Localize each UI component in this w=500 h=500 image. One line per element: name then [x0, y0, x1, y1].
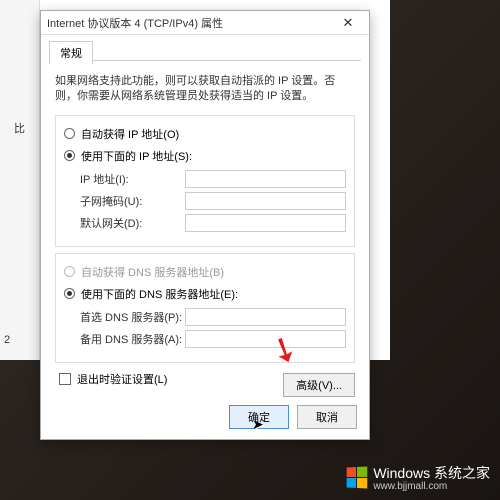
radio-ip-manual[interactable]: 使用下面的 IP 地址(S): — [64, 148, 346, 164]
validate-label: 退出时验证设置(L) — [77, 371, 167, 387]
radio-ip-auto[interactable]: 自动获得 IP 地址(O) — [64, 126, 346, 142]
gateway-label: 默认网关(D): — [80, 215, 185, 231]
cancel-button[interactable]: 取消 — [297, 405, 357, 429]
description-text: 如果网络支持此功能，则可以获取自动指派的 IP 设置。否则，你需要从网络系统管理… — [55, 74, 355, 105]
dns-preferred-input[interactable] — [185, 308, 346, 326]
watermark-brand: Windows — [373, 465, 430, 481]
watermark-sub: 系统之家 — [434, 465, 490, 481]
bg-number: 2 — [4, 334, 10, 346]
titlebar: Internet 协议版本 4 (TCP/IPv4) 属性 ✕ — [41, 11, 369, 35]
dns-group: 自动获得 DNS 服务器地址(B) 使用下面的 DNS 服务器地址(E): 首选… — [55, 253, 355, 363]
radio-dns-manual-label: 使用下面的 DNS 服务器地址(E): — [81, 286, 238, 302]
gateway-input[interactable] — [185, 214, 346, 232]
watermark: Windows 系统之家 www.bjjmall.com — [346, 463, 490, 492]
dns-alternate-label: 备用 DNS 服务器(A): — [80, 331, 185, 347]
advanced-button[interactable]: 高级(V)... — [283, 373, 355, 397]
radio-ip-auto-label: 自动获得 IP 地址(O) — [81, 126, 179, 142]
dns-alternate-input[interactable] — [185, 330, 346, 348]
subnet-input[interactable] — [185, 192, 346, 210]
window-title: Internet 协议版本 4 (TCP/IPv4) 属性 — [47, 15, 223, 31]
tab-general[interactable]: 常规 — [49, 41, 93, 64]
ip-group: 自动获得 IP 地址(O) 使用下面的 IP 地址(S): IP 地址(I): … — [55, 115, 355, 247]
subnet-label: 子网掩码(U): — [80, 193, 185, 209]
windows-logo-icon — [347, 467, 368, 489]
ok-button[interactable]: 确定 — [229, 405, 289, 429]
close-icon[interactable]: ✕ — [333, 15, 363, 31]
radio-dns-auto-label: 自动获得 DNS 服务器地址(B) — [81, 264, 224, 280]
ip-address-input[interactable] — [185, 170, 346, 188]
checkbox-icon — [59, 373, 71, 385]
radio-dns-auto: 自动获得 DNS 服务器地址(B) — [64, 264, 346, 280]
radio-ip-manual-label: 使用下面的 IP 地址(S): — [81, 148, 192, 164]
ip-address-label: IP 地址(I): — [80, 171, 185, 187]
dns-preferred-label: 首选 DNS 服务器(P): — [80, 309, 185, 325]
radio-dns-manual[interactable]: 使用下面的 DNS 服务器地址(E): — [64, 286, 346, 302]
bg-label: 比 — [14, 120, 25, 136]
ipv4-properties-dialog: Internet 协议版本 4 (TCP/IPv4) 属性 ✕ 常规 如果网络支… — [40, 10, 370, 440]
